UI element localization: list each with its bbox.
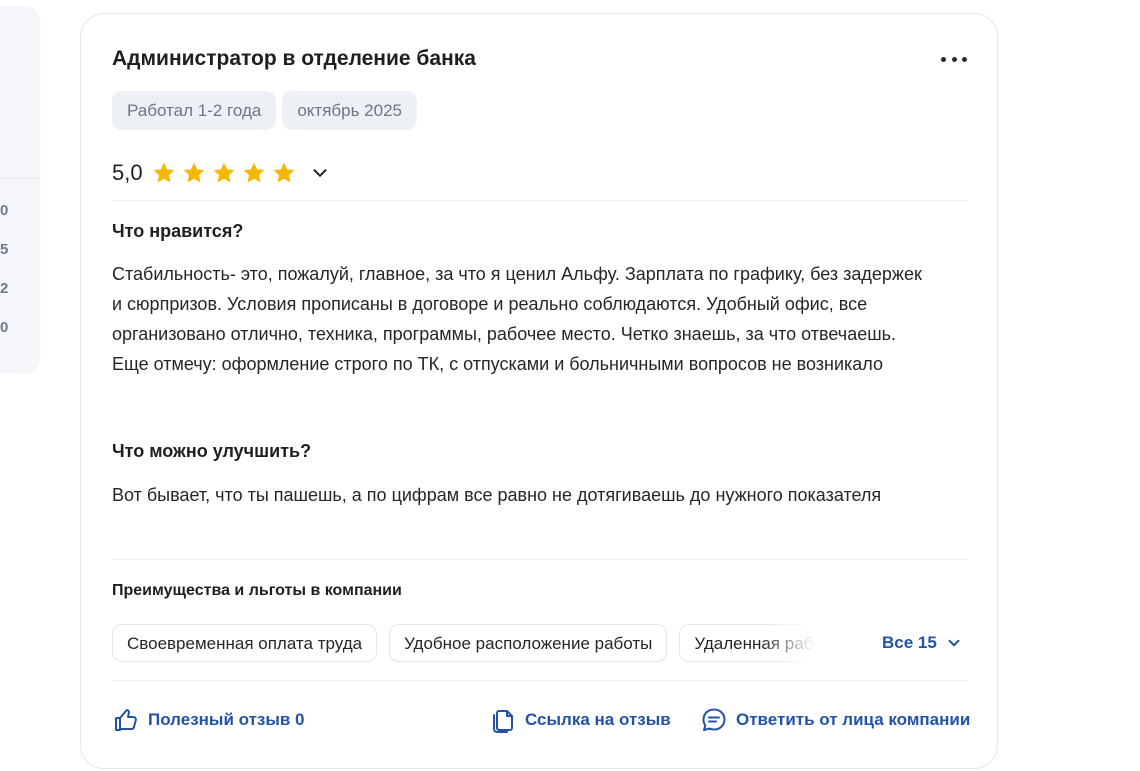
side-panel: 0 5 2 0 <box>0 6 40 374</box>
improve-title: Что можно улучшить? <box>112 441 312 461</box>
thumbs-up-icon <box>115 709 137 731</box>
rating-stars <box>151 160 297 186</box>
benefit-chip: Удаленная работа <box>679 624 830 662</box>
likes-title: Что нравится? <box>112 221 244 241</box>
experience-tag: Работал 1-2 года <box>112 91 277 130</box>
improve-text: Вот бывает, что ты пашешь, а по цифрам в… <box>112 485 882 505</box>
benefits-title: Преимущества и льготы в компании <box>112 582 402 599</box>
star-icon <box>153 162 174 183</box>
more-options-button[interactable] <box>939 50 969 68</box>
more-dot-icon <box>951 56 957 62</box>
review-link-label: Ссылка на отзыв <box>525 710 671 729</box>
show-all-benefits-button[interactable]: Все 15 <box>882 633 963 653</box>
reply-as-company-label: Ответить от лица компании <box>736 710 971 729</box>
chevron-down-icon <box>948 639 960 647</box>
review-title: Администратор в отделение банка <box>112 47 476 70</box>
date-tag: октябрь 2025 <box>282 91 417 130</box>
review-card: Администратор в отделение банка Работал … <box>80 13 998 769</box>
show-all-benefits-label: Все 15 <box>882 633 937 652</box>
side-panel-number: 0 <box>0 319 9 336</box>
chevron-down-icon[interactable] <box>309 162 331 184</box>
review-link-button[interactable]: Ссылка на отзыв <box>489 706 671 734</box>
benefit-chip: Своевременная оплата труда <box>112 624 378 662</box>
side-panel-number: 0 <box>0 202 9 219</box>
rating-row: 5,0 <box>112 159 331 187</box>
more-dot-icon <box>941 56 946 62</box>
benefits-list: Своевременная оплата труда Удобное распо… <box>112 624 830 662</box>
helpful-review-label: Полезный отзыв 0 <box>148 710 305 729</box>
divider <box>112 680 968 681</box>
star-icon <box>243 162 264 183</box>
divider <box>112 200 968 201</box>
copy-link-icon <box>493 710 513 733</box>
side-panel-divider <box>0 178 40 179</box>
star-icon <box>273 162 294 183</box>
likes-text: Стабильность- это, пожалуй, главное, за … <box>112 264 922 374</box>
review-tags: Работал 1-2 года октябрь 2025 <box>112 91 417 130</box>
helpful-review-button[interactable]: Полезный отзыв 0 <box>112 706 305 734</box>
star-icon <box>183 162 204 183</box>
benefit-chip: Удобное расположение работы <box>389 624 668 662</box>
reply-as-company-button[interactable]: Ответить от лица компании <box>700 706 970 734</box>
rating-value: 5,0 <box>112 160 143 185</box>
side-panel-number: 5 <box>0 241 9 258</box>
divider <box>112 559 968 560</box>
star-icon <box>213 162 234 183</box>
side-panel-number: 2 <box>0 280 9 297</box>
chat-bubble-icon <box>702 708 726 731</box>
more-dot-icon <box>962 56 967 62</box>
review-actions: Полезный отзыв 0 Ссылка на отзыв Ответит… <box>112 706 972 736</box>
